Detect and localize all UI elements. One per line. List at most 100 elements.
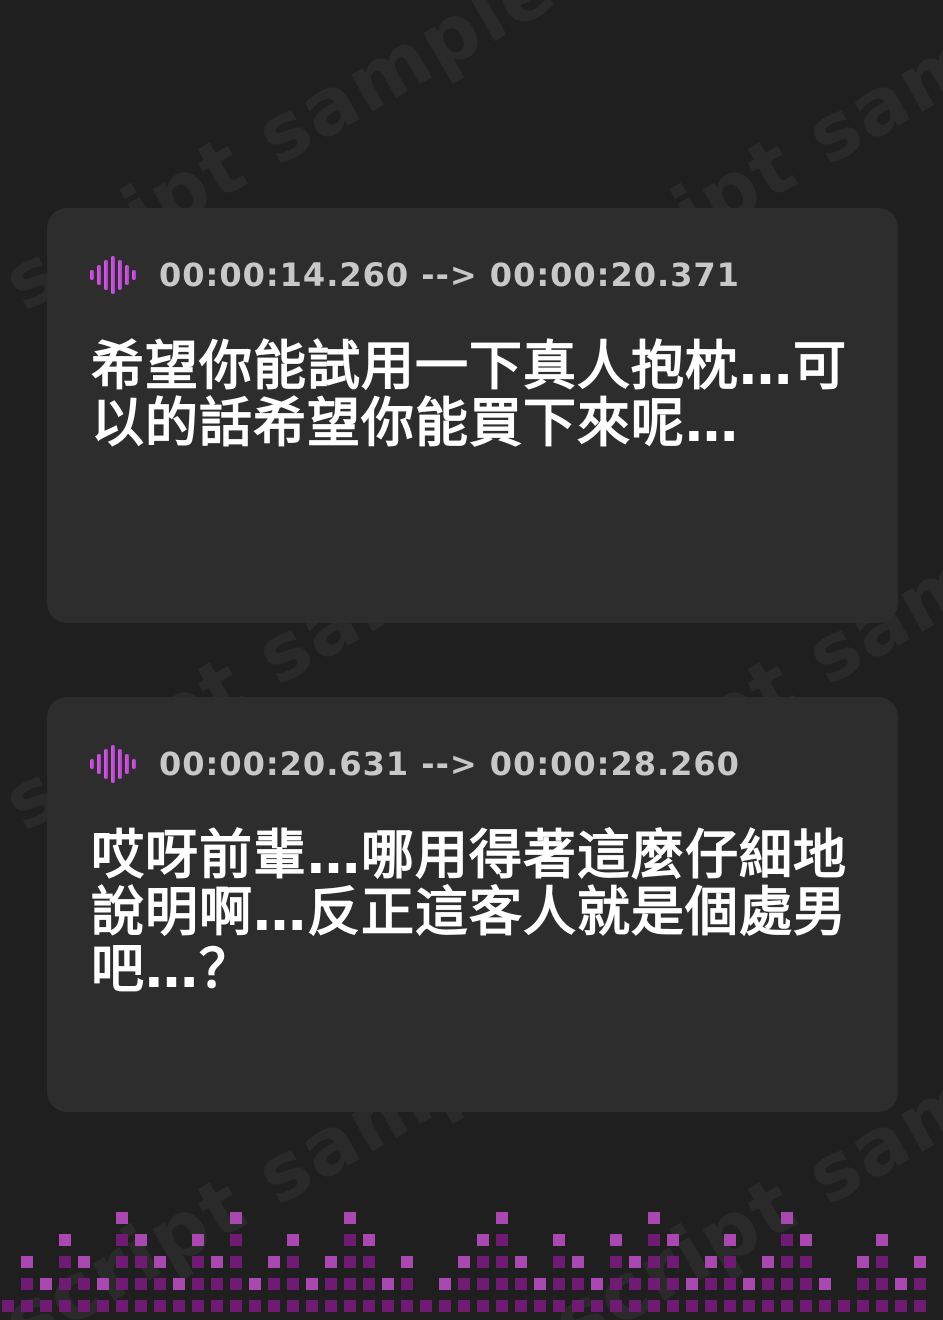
equalizer-cell	[401, 1300, 413, 1312]
equalizer-cell	[344, 1300, 356, 1312]
equalizer-cell	[781, 1212, 793, 1224]
equalizer-cell	[154, 1278, 166, 1290]
subtitle-text: 哎呀前輩…哪用得著這麼仔細地說明啊…反正這客人就是個處男吧…？	[91, 825, 847, 1000]
equalizer-cell	[477, 1256, 489, 1268]
equalizer-cell	[572, 1300, 584, 1312]
equalizer-cell	[2, 1300, 14, 1312]
equalizer-cell	[762, 1278, 774, 1290]
equalizer-cell	[97, 1278, 109, 1290]
equalizer-cell	[648, 1278, 660, 1290]
equalizer-cell	[382, 1300, 394, 1312]
equalizer-cell	[59, 1256, 71, 1268]
equalizer-cell	[648, 1212, 660, 1224]
equalizer-cell	[249, 1278, 261, 1290]
subtitle-card: 00:00:20.631 --> 00:00:28.260 哎呀前輩…哪用得著這…	[47, 697, 898, 1112]
equalizer-cell	[382, 1278, 394, 1290]
equalizer-cell	[724, 1234, 736, 1246]
equalizer-cell	[40, 1300, 52, 1312]
equalizer-cell	[21, 1278, 33, 1290]
equalizer-cell	[458, 1278, 470, 1290]
equalizer-cell	[344, 1278, 356, 1290]
equalizer-cell	[705, 1300, 717, 1312]
equalizer-cell	[287, 1278, 299, 1290]
equalizer-cell	[135, 1300, 147, 1312]
equalizer-cell	[325, 1300, 337, 1312]
equalizer-cell	[743, 1300, 755, 1312]
equalizer-cell	[857, 1256, 869, 1268]
equalizer-cell	[344, 1256, 356, 1268]
equalizer-cell	[173, 1278, 185, 1290]
equalizer-cell	[496, 1234, 508, 1246]
equalizer-cell	[610, 1300, 622, 1312]
equalizer-cell	[781, 1256, 793, 1268]
equalizer-cell	[686, 1300, 698, 1312]
equalizer-cell	[230, 1278, 242, 1290]
equalizer-cell	[458, 1300, 470, 1312]
audio-wave-icon	[90, 256, 136, 294]
equalizer-cell	[496, 1300, 508, 1312]
equalizer-decoration	[2, 1212, 926, 1312]
equalizer-cell	[553, 1278, 565, 1290]
equalizer-cell	[363, 1278, 375, 1290]
equalizer-cell	[876, 1300, 888, 1312]
equalizer-cell	[496, 1256, 508, 1268]
equalizer-cell	[59, 1234, 71, 1246]
equalizer-cell	[667, 1300, 679, 1312]
equalizer-cell	[534, 1300, 546, 1312]
equalizer-cell	[40, 1278, 52, 1290]
equalizer-cell	[667, 1256, 679, 1268]
equalizer-cell	[895, 1278, 907, 1290]
equalizer-cell	[439, 1300, 451, 1312]
equalizer-cell	[610, 1256, 622, 1268]
equalizer-cell	[781, 1278, 793, 1290]
equalizer-cell	[363, 1256, 375, 1268]
equalizer-cell	[515, 1256, 527, 1268]
equalizer-cell	[192, 1300, 204, 1312]
equalizer-cell	[553, 1234, 565, 1246]
equalizer-cell	[287, 1300, 299, 1312]
equalizer-cell	[762, 1256, 774, 1268]
equalizer-cell	[192, 1234, 204, 1246]
equalizer-cell	[97, 1300, 109, 1312]
equalizer-cell	[135, 1234, 147, 1246]
subtitle-text: 希望你能試用一下真人抱枕…可以的話希望你能買下來呢…	[91, 336, 847, 454]
equalizer-cell	[591, 1278, 603, 1290]
equalizer-cell	[325, 1256, 337, 1268]
equalizer-cell	[211, 1278, 223, 1290]
equalizer-cell	[363, 1234, 375, 1246]
equalizer-cell	[572, 1278, 584, 1290]
equalizer-cell	[211, 1300, 223, 1312]
equalizer-cell	[116, 1212, 128, 1224]
equalizer-cell	[610, 1278, 622, 1290]
equalizer-cell	[648, 1234, 660, 1246]
equalizer-cell	[116, 1300, 128, 1312]
equalizer-cell	[705, 1278, 717, 1290]
equalizer-cell	[800, 1300, 812, 1312]
equalizer-cell	[78, 1256, 90, 1268]
equalizer-cell	[192, 1278, 204, 1290]
equalizer-cell	[648, 1256, 660, 1268]
subtitle-card: 00:00:14.260 --> 00:00:20.371 希望你能試用一下真人…	[47, 208, 898, 623]
equalizer-cell	[629, 1256, 641, 1268]
equalizer-cell	[116, 1278, 128, 1290]
equalizer-cell	[610, 1234, 622, 1246]
equalizer-cell	[800, 1278, 812, 1290]
equalizer-cell	[287, 1256, 299, 1268]
equalizer-cell	[800, 1234, 812, 1246]
equalizer-cell	[344, 1212, 356, 1224]
equalizer-cell	[667, 1278, 679, 1290]
equalizer-cell	[173, 1300, 185, 1312]
equalizer-cell	[553, 1300, 565, 1312]
equalizer-cell	[515, 1278, 527, 1290]
equalizer-cell	[268, 1278, 280, 1290]
equalizer-cell	[59, 1300, 71, 1312]
equalizer-cell	[230, 1234, 242, 1246]
equalizer-cell	[135, 1278, 147, 1290]
equalizer-cell	[268, 1256, 280, 1268]
equalizer-cell	[914, 1300, 926, 1312]
equalizer-cell	[458, 1256, 470, 1268]
equalizer-cell	[439, 1278, 451, 1290]
equalizer-cell	[477, 1278, 489, 1290]
equalizer-cell	[401, 1256, 413, 1268]
equalizer-cell	[800, 1256, 812, 1268]
